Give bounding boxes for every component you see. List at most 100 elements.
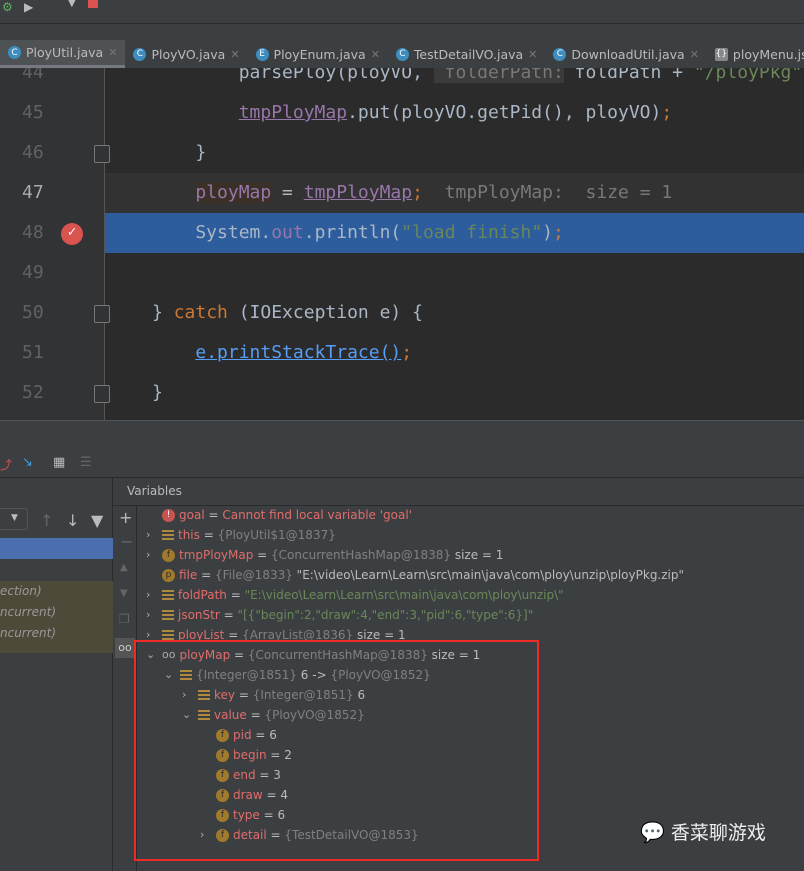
fold-icon[interactable]: [94, 145, 110, 163]
tab-ployutil-java[interactable]: C PloyUtil.java ✕: [0, 40, 126, 68]
code-text: e.printStackTrace();: [195, 342, 413, 363]
close-tab-icon[interactable]: ✕: [371, 48, 380, 61]
editor-tabs: C PloyUtil.java ✕ C PloyVO.java ✕ E PloyEnum.ja…: [0, 40, 804, 68]
expand-arrow-icon[interactable]: ›: [146, 585, 158, 605]
expand-arrow-icon[interactable]: ›: [146, 605, 158, 625]
debug-toolbar: ⤴ ↘ ▦ ☰: [0, 450, 804, 478]
debug-panel-header: [0, 420, 804, 450]
tab-ployvo-java[interactable]: C PloyVO.java ✕: [125, 40, 247, 68]
close-tab-icon[interactable]: ✕: [108, 46, 117, 59]
watermark: 💬 香菜聊游戏: [640, 818, 766, 845]
var-value: Cannot find local variable 'goal': [222, 508, 412, 522]
code-text: ployMap = tmpPloyMap; tmpPloyMap: size =…: [195, 182, 673, 203]
step-out-icon[interactable]: ⤴: [0, 456, 12, 473]
fold-icon[interactable]: [94, 305, 110, 323]
var-name: jsonStr: [178, 608, 220, 622]
run-to-cursor-icon[interactable]: ↘: [22, 455, 33, 470]
close-tab-icon[interactable]: ✕: [230, 48, 239, 61]
parameter-icon: p: [162, 568, 175, 582]
tab-label: PloyEnum.java: [273, 46, 366, 62]
code-line[interactable]: 45 tmpPloyMap.put(ployVO.getPid(), ployV…: [0, 93, 804, 133]
line-number: 47: [22, 182, 44, 203]
variable-row[interactable]: p file = {File@1833} "E:\video\Learn\Lear…: [146, 565, 684, 585]
wechat-icon: 💬: [640, 819, 665, 844]
class-icon: C: [553, 47, 567, 61]
close-tab-icon[interactable]: ✕: [528, 48, 537, 61]
tab-ployenum-java[interactable]: E PloyEnum.java ✕: [248, 40, 388, 68]
annotation-box: [134, 640, 539, 861]
variable-row[interactable]: › f tmpPloyMap = {ConcurrentHashMap@1838} …: [146, 545, 503, 565]
selected-frame[interactable]: [0, 538, 113, 559]
line-number: 45: [22, 102, 44, 123]
watches-toggle-icon[interactable]: oo: [115, 638, 135, 658]
code-line[interactable]: 50} catch (IOException e) {: [0, 293, 804, 333]
frame-item[interactable]: ncurrent): [0, 602, 56, 622]
debug-icon[interactable]: ⚙: [2, 0, 13, 14]
tab-label: ployMenu.json: [732, 46, 804, 62]
code-line[interactable]: 47 ployMap = tmpPloyMap; tmpPloyMap: siz…: [22, 173, 804, 213]
frame-item[interactable]: ncurrent): [0, 623, 56, 643]
code-text: }: [152, 382, 163, 403]
tab-label: PloyVO.java: [151, 46, 226, 62]
var-value: "E:\video\Learn\Learn\src\main\java\com\…: [292, 568, 685, 582]
line-number: 49: [22, 262, 44, 283]
move-up-icon[interactable]: ▲: [120, 562, 128, 573]
object-icon: [162, 589, 174, 601]
breakpoint-icon[interactable]: ✓: [61, 223, 83, 245]
expand-arrow-icon[interactable]: ›: [146, 545, 158, 565]
equals: =: [226, 588, 245, 602]
var-name: foldPath: [178, 588, 227, 602]
code-text: parsePloy(ployVO, folderPath: foldPath +…: [152, 68, 804, 93]
code-line[interactable]: 51 e.printStackTrace();: [0, 333, 804, 373]
trace-icon[interactable]: ☰: [80, 455, 92, 470]
variable-row[interactable]: › jsonStr = "[{"begin":2,"draw":4,"end":3…: [146, 605, 533, 625]
var-value: "E:\video\Learn\Learn\src\main\java\com\…: [244, 588, 564, 602]
evaluate-expression-icon[interactable]: ▦: [53, 455, 65, 470]
down-icon[interactable]: ↓: [66, 511, 79, 530]
up-icon[interactable]: ↑: [40, 511, 53, 530]
line-number: 48: [22, 222, 44, 243]
variables-header: Variables: [113, 478, 804, 506]
tab-testdetailvo-java[interactable]: C TestDetailVO.java ✕: [388, 40, 545, 68]
thread-select[interactable]: ▼: [0, 508, 28, 530]
code-line[interactable]: 52}: [0, 373, 804, 413]
tab-downloadutil-java[interactable]: C DownloadUtil.java ✕: [545, 40, 707, 68]
var-name: tmpPloyMap: [179, 548, 254, 562]
fold-icon[interactable]: [94, 385, 110, 403]
var-name: this: [178, 528, 200, 542]
equals: =: [199, 528, 218, 542]
variable-row[interactable]: ! goal = Cannot find local variable 'goal…: [146, 505, 412, 525]
object-icon: [162, 609, 174, 621]
expand-arrow-icon[interactable]: ›: [146, 525, 158, 545]
code-line[interactable]: 44 parsePloy(ployVO, folderPath: foldPat…: [0, 68, 804, 93]
code-line[interactable]: 46 }: [0, 133, 804, 173]
dropdown-icon[interactable]: ▼: [68, 0, 76, 9]
filter-icon[interactable]: ▼: [91, 511, 103, 530]
resume-icon[interactable]: ▶: [24, 0, 33, 14]
var-type: {File@1833}: [214, 568, 293, 582]
stop-icon[interactable]: [88, 0, 98, 8]
json-file-icon: {}: [714, 47, 728, 61]
run-toolbar: ⚙ ▶ ▼: [0, 0, 804, 24]
tab-label: DownloadUtil.java: [571, 46, 685, 62]
frames-panel: ▼ ↑ ↓ ▼ ection) ncurrent) ncurrent): [0, 478, 113, 871]
close-tab-icon[interactable]: ✕: [690, 48, 699, 61]
variable-row[interactable]: › this = {PloyUtil$1@1837}: [146, 525, 336, 545]
move-down-icon[interactable]: ▼: [120, 588, 128, 599]
tab-ploymenu-json[interactable]: {} ployMenu.json: [707, 40, 804, 68]
remove-watch-icon[interactable]: −: [120, 532, 133, 551]
copy-icon[interactable]: ❐: [119, 612, 130, 626]
add-watch-icon[interactable]: +: [119, 508, 132, 527]
code-text: }: [152, 142, 207, 163]
code-line[interactable]: 49: [0, 253, 804, 293]
code-text: tmpPloyMap.put(ployVO.getPid(), ployVO);: [238, 102, 673, 123]
code-line[interactable]: 48 System.out.println("load finish"); ✓: [22, 213, 804, 253]
field-icon: f: [162, 548, 175, 562]
enum-icon: E: [255, 47, 269, 61]
line-number: 52: [22, 382, 44, 403]
frame-item[interactable]: ection): [0, 581, 42, 601]
var-type: {PloyUtil$1@1837}: [217, 528, 336, 542]
code-editor[interactable]: 44 parsePloy(ployVO, folderPath: foldPat…: [0, 68, 804, 420]
line-number: 44: [22, 68, 44, 83]
variable-row[interactable]: › foldPath = "E:\video\Learn\Learn\src\ma…: [146, 585, 564, 605]
